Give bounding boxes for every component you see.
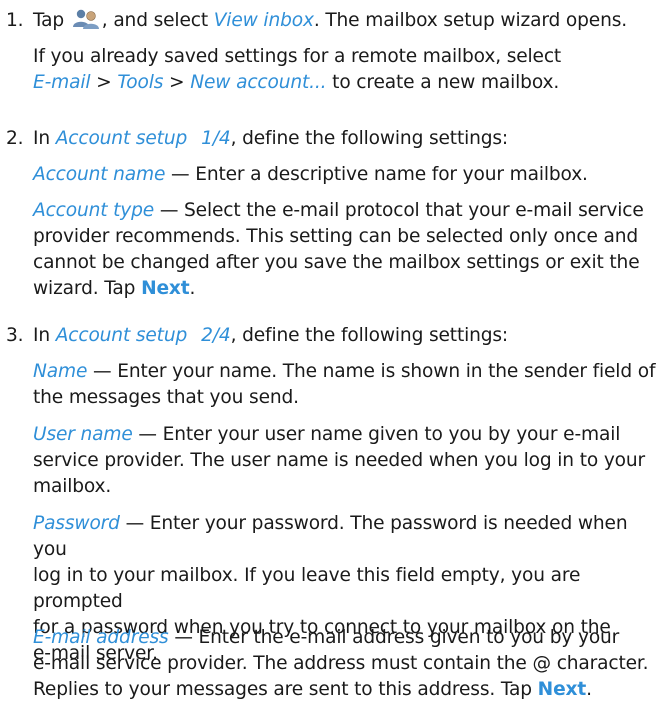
setting-account-type: Account type — Select the e-mail protoco… <box>33 200 644 299</box>
next-command: Next <box>537 679 587 700</box>
setting-label: Account type <box>33 200 155 221</box>
setting-account-name: Account name — Enter a descriptive name … <box>33 164 588 185</box>
step-number: 3. <box>6 325 24 346</box>
step-number: 1. <box>6 10 24 31</box>
account-setup-screen: Account setup 1/4 <box>55 128 231 149</box>
setting-label: User name <box>33 424 133 445</box>
setting-label: Password <box>33 513 120 534</box>
setting-label: Account name <box>33 164 166 185</box>
view-inbox-label: View inbox <box>213 10 314 31</box>
menu-email: E-mail <box>33 72 91 93</box>
setting-label: Name <box>33 361 88 382</box>
setting-name: Name — Enter your name. The name is show… <box>33 361 656 408</box>
setting-user-name: User name — Enter your user name given t… <box>33 424 646 497</box>
step-2-intro: In Account setup 1/4, define the followin… <box>33 128 509 149</box>
account-setup-screen: Account setup 2/4 <box>55 325 231 346</box>
menu-tools: Tools <box>117 72 164 93</box>
menu-new-account: New account... <box>190 72 327 93</box>
setting-label: E-mail address <box>33 627 169 648</box>
step-1-note: If you already saved settings for a remo… <box>33 46 562 93</box>
step-3-intro: In Account setup 2/4, define the followin… <box>33 325 509 346</box>
manual-page: 1. Tap , and select View inbox. The mail… <box>0 0 669 719</box>
contacts-icon <box>71 8 101 30</box>
setting-email-address: E-mail address — Enter the e-mail addres… <box>33 627 649 700</box>
step-1-instruction: Tap , and select View inbox. The mailbox… <box>33 8 628 31</box>
next-command: Next <box>141 278 190 299</box>
step-number: 2. <box>6 128 24 149</box>
